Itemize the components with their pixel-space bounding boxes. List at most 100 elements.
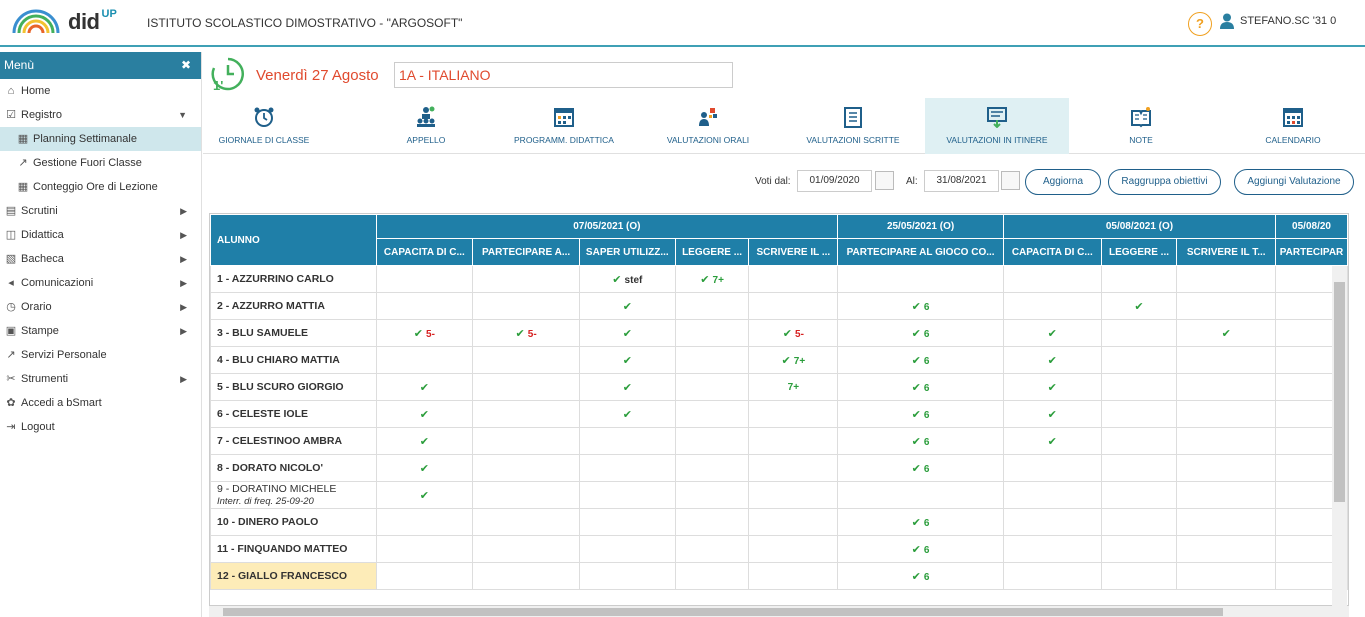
grade-cell[interactable]: ✔ 7+ [748,346,839,374]
objective-header[interactable]: CAPACITA DI C... [375,238,474,266]
vertical-scroll-thumb[interactable] [1334,282,1345,502]
grade-cell[interactable] [472,481,580,509]
grade-cell[interactable] [748,427,839,455]
grade-cell[interactable] [674,400,750,428]
grade-cell[interactable] [1100,508,1178,536]
grade-cell[interactable] [1100,481,1178,509]
grade-cell[interactable]: ✔ [375,481,474,509]
calendar-picker-icon[interactable] [1001,171,1020,190]
grade-cell[interactable] [1100,265,1178,293]
grade-cell[interactable] [748,400,839,428]
class-selector[interactable]: 1A - ITALIANO [394,62,733,88]
grade-cell[interactable] [1176,427,1277,455]
grade-cell[interactable] [837,481,1004,509]
grade-cell[interactable] [472,346,580,374]
objective-header[interactable]: SCRIVERE IL ... [748,238,839,266]
student-name[interactable]: 6 - CELESTE IOLE [210,400,377,428]
grade-cell[interactable] [837,265,1004,293]
grade-cell[interactable]: ✔ [578,319,676,347]
grade-cell[interactable]: ✔ [578,400,676,428]
grade-cell[interactable] [472,508,580,536]
grade-cell[interactable] [1100,319,1178,347]
objective-header[interactable]: SCRIVERE IL T... [1176,238,1277,266]
sidebar-item-conteggio-ore[interactable]: ▦ Conteggio Ore di Lezione [0,175,201,199]
grade-cell[interactable] [1100,373,1178,401]
objective-header[interactable]: PARTECIPAR [1275,238,1348,266]
student-name[interactable]: 7 - CELESTINOO AMBRA [210,427,377,455]
grade-cell[interactable]: ✔ [1002,427,1102,455]
to-date-input[interactable]: 31/08/2021 [924,170,999,192]
from-date-input[interactable]: 01/09/2020 [797,170,872,192]
grade-cell[interactable] [578,481,676,509]
horizontal-scroll-thumb[interactable] [223,608,1223,616]
grade-cell[interactable] [472,373,580,401]
tab-appello[interactable]: APPELLO [355,98,497,154]
grade-cell[interactable] [674,319,750,347]
grade-cell[interactable]: ✔ 5- [748,319,839,347]
tab-programm-didattica[interactable]: PROGRAMM. DIDATTICA [497,98,631,154]
grade-cell[interactable]: ✔ 5- [472,319,580,347]
student-name[interactable]: 9 - DORATINO MICHELE Interr. di freq. 25-… [210,481,377,509]
grade-cell[interactable]: ✔ 6 [837,562,1004,590]
grade-cell[interactable] [1176,346,1277,374]
grade-cell[interactable] [472,400,580,428]
tab-valutazioni-orali[interactable]: VALUTAZIONI ORALI [637,98,779,154]
student-name[interactable]: 1 - AZZURRINO CARLO [210,265,377,293]
grade-cell[interactable] [674,562,750,590]
sidebar-item-home[interactable]: ⌂ Home [0,79,201,103]
objective-header[interactable]: PARTECIPARE AL GIOCO CO... [837,238,1004,266]
grade-cell[interactable] [1176,562,1277,590]
aggiorna-button[interactable]: Aggiorna [1025,169,1101,195]
grade-cell[interactable] [748,562,839,590]
sidebar-item-comunicazioni[interactable]: ◂ Comunicazioni ▶ [0,271,201,295]
sidebar-item-logout[interactable]: ⇥ Logout [0,415,201,439]
grade-cell[interactable] [578,562,676,590]
tab-valutazioni-scritte[interactable]: VALUTAZIONI SCRITTE [781,98,925,154]
grade-cell[interactable] [472,292,580,320]
help-button[interactable]: ? [1188,12,1212,36]
grade-cell[interactable] [1100,427,1178,455]
grade-cell[interactable] [1100,400,1178,428]
sidebar-item-fuori-classe[interactable]: ↗ Gestione Fuori Classe [0,151,201,175]
grade-cell[interactable] [748,535,839,563]
grade-cell[interactable] [748,265,839,293]
grade-cell[interactable] [1176,400,1277,428]
grade-cell[interactable]: ✔ [1100,292,1178,320]
grade-cell[interactable] [375,292,474,320]
grade-cell[interactable]: ✔ 6 [837,319,1004,347]
close-menu-icon[interactable]: ✖ [181,52,191,79]
grade-cell[interactable]: ✔ stef [578,265,676,293]
grade-cell[interactable]: ✔ [1002,400,1102,428]
student-name[interactable]: 5 - BLU SCURO GIORGIO [210,373,377,401]
grade-cell[interactable] [1002,265,1102,293]
grade-cell[interactable] [748,508,839,536]
grade-cell[interactable] [375,562,474,590]
calendar-picker-icon[interactable] [875,171,894,190]
student-name[interactable]: 12 - GIALLO FRANCESCO [210,562,377,590]
grade-cell[interactable] [1176,265,1277,293]
grade-cell[interactable]: ✔ [578,292,676,320]
grade-cell[interactable] [375,265,474,293]
objective-header[interactable]: LEGGERE ... [1100,238,1178,266]
grade-cell[interactable]: ✔ 6 [837,346,1004,374]
grade-cell[interactable] [375,346,474,374]
grade-cell[interactable]: ✔ 7+ [674,265,750,293]
grade-cell[interactable] [674,427,750,455]
grade-cell[interactable] [674,292,750,320]
grade-cell[interactable] [674,481,750,509]
objective-header[interactable]: SAPER UTILIZZ... [578,238,676,266]
grade-cell[interactable] [1002,454,1102,482]
grade-cell[interactable] [1002,508,1102,536]
grade-cell[interactable] [748,292,839,320]
grade-cell[interactable] [375,508,474,536]
grade-cell[interactable]: ✔ [1002,319,1102,347]
student-name[interactable]: 3 - BLU SAMUELE [210,319,377,347]
sidebar-item-didattica[interactable]: ◫ Didattica ▶ [0,223,201,247]
grade-cell[interactable] [1176,373,1277,401]
sidebar-item-scrutini[interactable]: ▤ Scrutini ▶ [0,199,201,223]
tab-valutazioni-in-itinere[interactable]: VALUTAZIONI IN ITINERE [925,98,1069,154]
grade-cell[interactable]: ✔ 6 [837,292,1004,320]
tab-giornale[interactable]: GIORNALE DI CLASSE [203,98,325,154]
grade-cell[interactable] [1176,535,1277,563]
grade-cell[interactable] [674,535,750,563]
